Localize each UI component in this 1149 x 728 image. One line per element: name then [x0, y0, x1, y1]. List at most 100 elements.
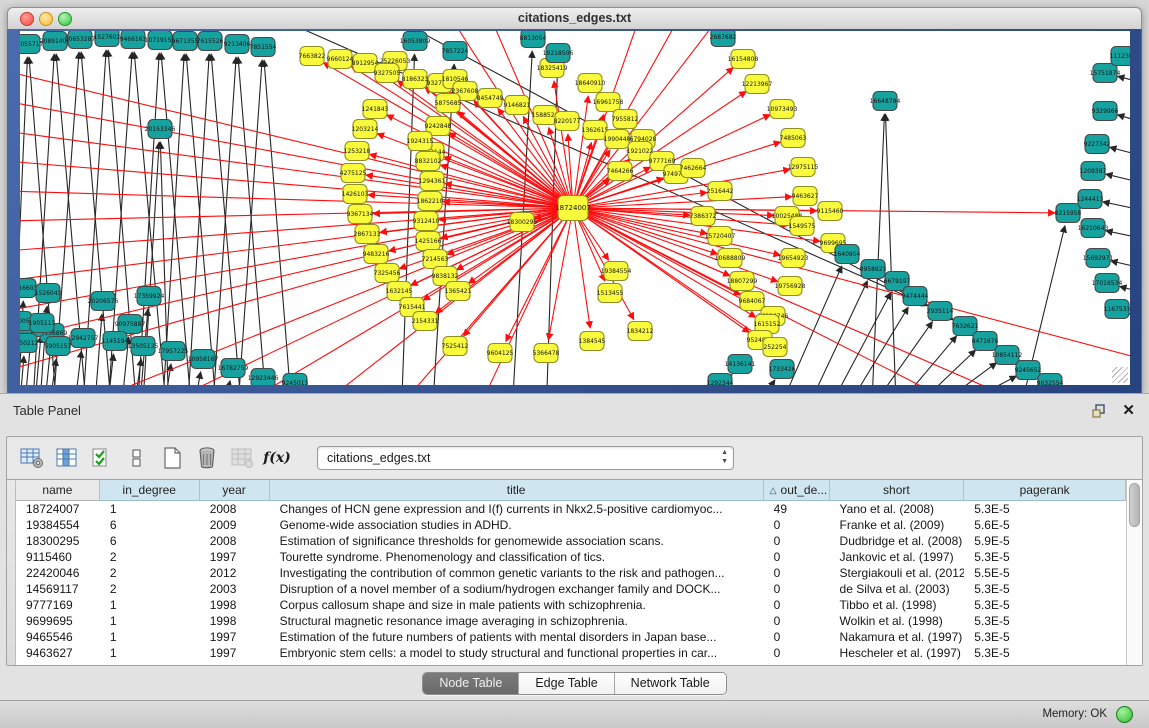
graph-node[interactable]: 12975115: [788, 158, 819, 177]
select-rows-icon[interactable]: [89, 445, 115, 471]
graph-node[interactable]: 1990448: [604, 130, 631, 149]
table-options-icon[interactable]: [19, 445, 45, 471]
graph-node[interactable]: 19654923: [778, 249, 809, 268]
graph-node[interactable]: 1203214: [352, 120, 379, 139]
graph-node[interactable]: 7955812: [612, 110, 639, 129]
graph-node[interactable]: 252254: [763, 338, 787, 357]
new-table-icon[interactable]: [159, 445, 185, 471]
graph-node[interactable]: 90975887: [115, 315, 146, 334]
show-columns-icon[interactable]: [54, 445, 80, 471]
window-titlebar[interactable]: citations_edges.txt: [7, 7, 1142, 30]
graph-node[interactable]: 9474444: [902, 287, 929, 306]
graph-node[interactable]: 8813054: [520, 31, 547, 48]
graph-node[interactable]: 7663822: [299, 47, 326, 66]
graph-node[interactable]: 1425166: [415, 232, 442, 251]
graph-node[interactable]: 13505135: [128, 337, 159, 356]
graph-node[interactable]: 17016534: [1092, 274, 1123, 293]
column-header-in_degree[interactable]: in_degree: [100, 480, 200, 501]
close-panel-icon[interactable]: ✕: [1122, 401, 1135, 419]
graph-node[interactable]: 9671355: [172, 32, 199, 51]
function-builder-icon[interactable]: f(x): [264, 445, 290, 471]
graph-node[interactable]: 16782759: [218, 359, 249, 378]
table-row[interactable]: 977716911998Corpus callosum shape and si…: [16, 597, 1126, 613]
graph-node[interactable]: 20206576: [88, 292, 119, 311]
graph-node[interactable]: 18724007: [555, 196, 591, 221]
graph-node[interactable]: 9463627: [792, 187, 819, 206]
graph-node[interactable]: 10958167: [188, 350, 219, 369]
graph-node[interactable]: 1527602: [94, 31, 121, 47]
tab-network-table[interactable]: Network Table: [615, 673, 726, 694]
graph-node[interactable]: 1426103: [342, 185, 369, 204]
table-row[interactable]: 1938455462009Genome-wide association stu…: [16, 517, 1126, 533]
graph-node[interactable]: 17957225: [158, 342, 189, 361]
graph-node[interactable]: 8220177: [554, 112, 581, 131]
graph-node[interactable]: 16210643: [1078, 219, 1109, 238]
graph-node[interactable]: 7857224: [442, 42, 469, 61]
graph-node[interactable]: 16961758: [593, 93, 624, 112]
graph-node[interactable]: 10973493: [767, 100, 798, 119]
graph-node[interactable]: 8186323: [402, 70, 429, 89]
graph-node[interactable]: 1526043: [35, 284, 62, 303]
graph-node[interactable]: 9327505: [374, 64, 401, 83]
column-header-year[interactable]: year: [200, 480, 270, 501]
graph-node[interactable]: 2935114: [927, 302, 954, 321]
column-header-short[interactable]: short: [830, 480, 965, 501]
graph-node[interactable]: 15720407: [705, 227, 736, 246]
graph-node[interactable]: 8832102: [415, 152, 442, 171]
graph-node[interactable]: 2154331: [412, 312, 439, 331]
graph-node[interactable]: 7325456: [374, 264, 401, 283]
graph-node[interactable]: 19384554: [601, 262, 632, 281]
column-header-title[interactable]: title: [270, 480, 764, 501]
graph-node[interactable]: 9660124: [327, 50, 354, 69]
graph-node[interactable]: 18807299: [727, 272, 758, 291]
graph-node[interactable]: 5905153: [45, 337, 72, 356]
graph-node[interactable]: 7525412: [442, 337, 469, 356]
graph-node[interactable]: 1733426: [769, 360, 796, 379]
graph-node[interactable]: 9213406: [224, 35, 251, 54]
graph-node[interactable]: 2867133: [354, 225, 381, 244]
graph-node[interactable]: 12213967: [742, 75, 773, 94]
graph-node[interactable]: 9245652: [1015, 361, 1042, 380]
graph-node[interactable]: 9115460: [817, 202, 844, 221]
table-row[interactable]: 1456911722003Disruption of a novel membe…: [16, 581, 1126, 597]
graph-node[interactable]: 10688809: [715, 249, 746, 268]
float-panel-icon[interactable]: [1091, 403, 1107, 419]
graph-node[interactable]: 9227342: [1084, 135, 1111, 154]
graph-node[interactable]: 15751874: [1090, 64, 1121, 83]
table-row[interactable]: 911546021997Tourette syndrome. Phenomeno…: [16, 549, 1126, 565]
graph-node[interactable]: 19218506: [543, 44, 574, 63]
graph-node[interactable]: 12942757: [68, 329, 99, 348]
graph-node[interactable]: 7386372: [690, 207, 717, 226]
graph-node[interactable]: 1292344: [707, 374, 734, 386]
graph-node[interactable]: 1145194: [102, 332, 129, 351]
scrollbar-thumb[interactable]: [1129, 483, 1140, 527]
graph-node[interactable]: 1241843: [362, 100, 389, 119]
graph-node[interactable]: 12923446: [248, 369, 279, 386]
graph-node[interactable]: 9684067: [739, 292, 766, 311]
rows-icon[interactable]: [124, 445, 150, 471]
graph-node[interactable]: 7485063: [780, 129, 807, 148]
graph-node[interactable]: 14136141: [725, 355, 756, 374]
graph-node[interactable]: 7615526: [197, 32, 224, 51]
graph-node[interactable]: 1862210: [417, 192, 444, 211]
graph-node[interactable]: 2516442: [707, 182, 734, 201]
graph-node[interactable]: 1244413: [1077, 190, 1104, 209]
graph-node[interactable]: 1640954: [834, 245, 861, 264]
table-row[interactable]: 2242004622012Investigating the contribut…: [16, 565, 1126, 581]
graph-node[interactable]: 9146821: [504, 96, 531, 115]
graph-node[interactable]: 9483216: [363, 245, 390, 264]
graph-node[interactable]: 5366478: [533, 344, 560, 363]
delete-table-icon[interactable]: [194, 445, 220, 471]
graph-node[interactable]: 2687682: [710, 31, 737, 47]
import-table-icon[interactable]: [229, 445, 255, 471]
graph-node[interactable]: 20153346: [145, 120, 176, 139]
graph-node[interactable]: 7214563: [422, 250, 449, 269]
graph-node[interactable]: 1112304: [1110, 47, 1130, 66]
graph-node[interactable]: 8958923: [860, 260, 887, 279]
graph-node[interactable]: 16154808: [728, 50, 759, 69]
graph-node[interactable]: 9312410: [413, 212, 440, 231]
graph-node[interactable]: 9632554: [1037, 374, 1064, 386]
graph-node[interactable]: 7462664: [680, 159, 707, 178]
graph-node[interactable]: 1365421: [445, 282, 472, 301]
graph-node[interactable]: 8471676: [972, 332, 999, 351]
